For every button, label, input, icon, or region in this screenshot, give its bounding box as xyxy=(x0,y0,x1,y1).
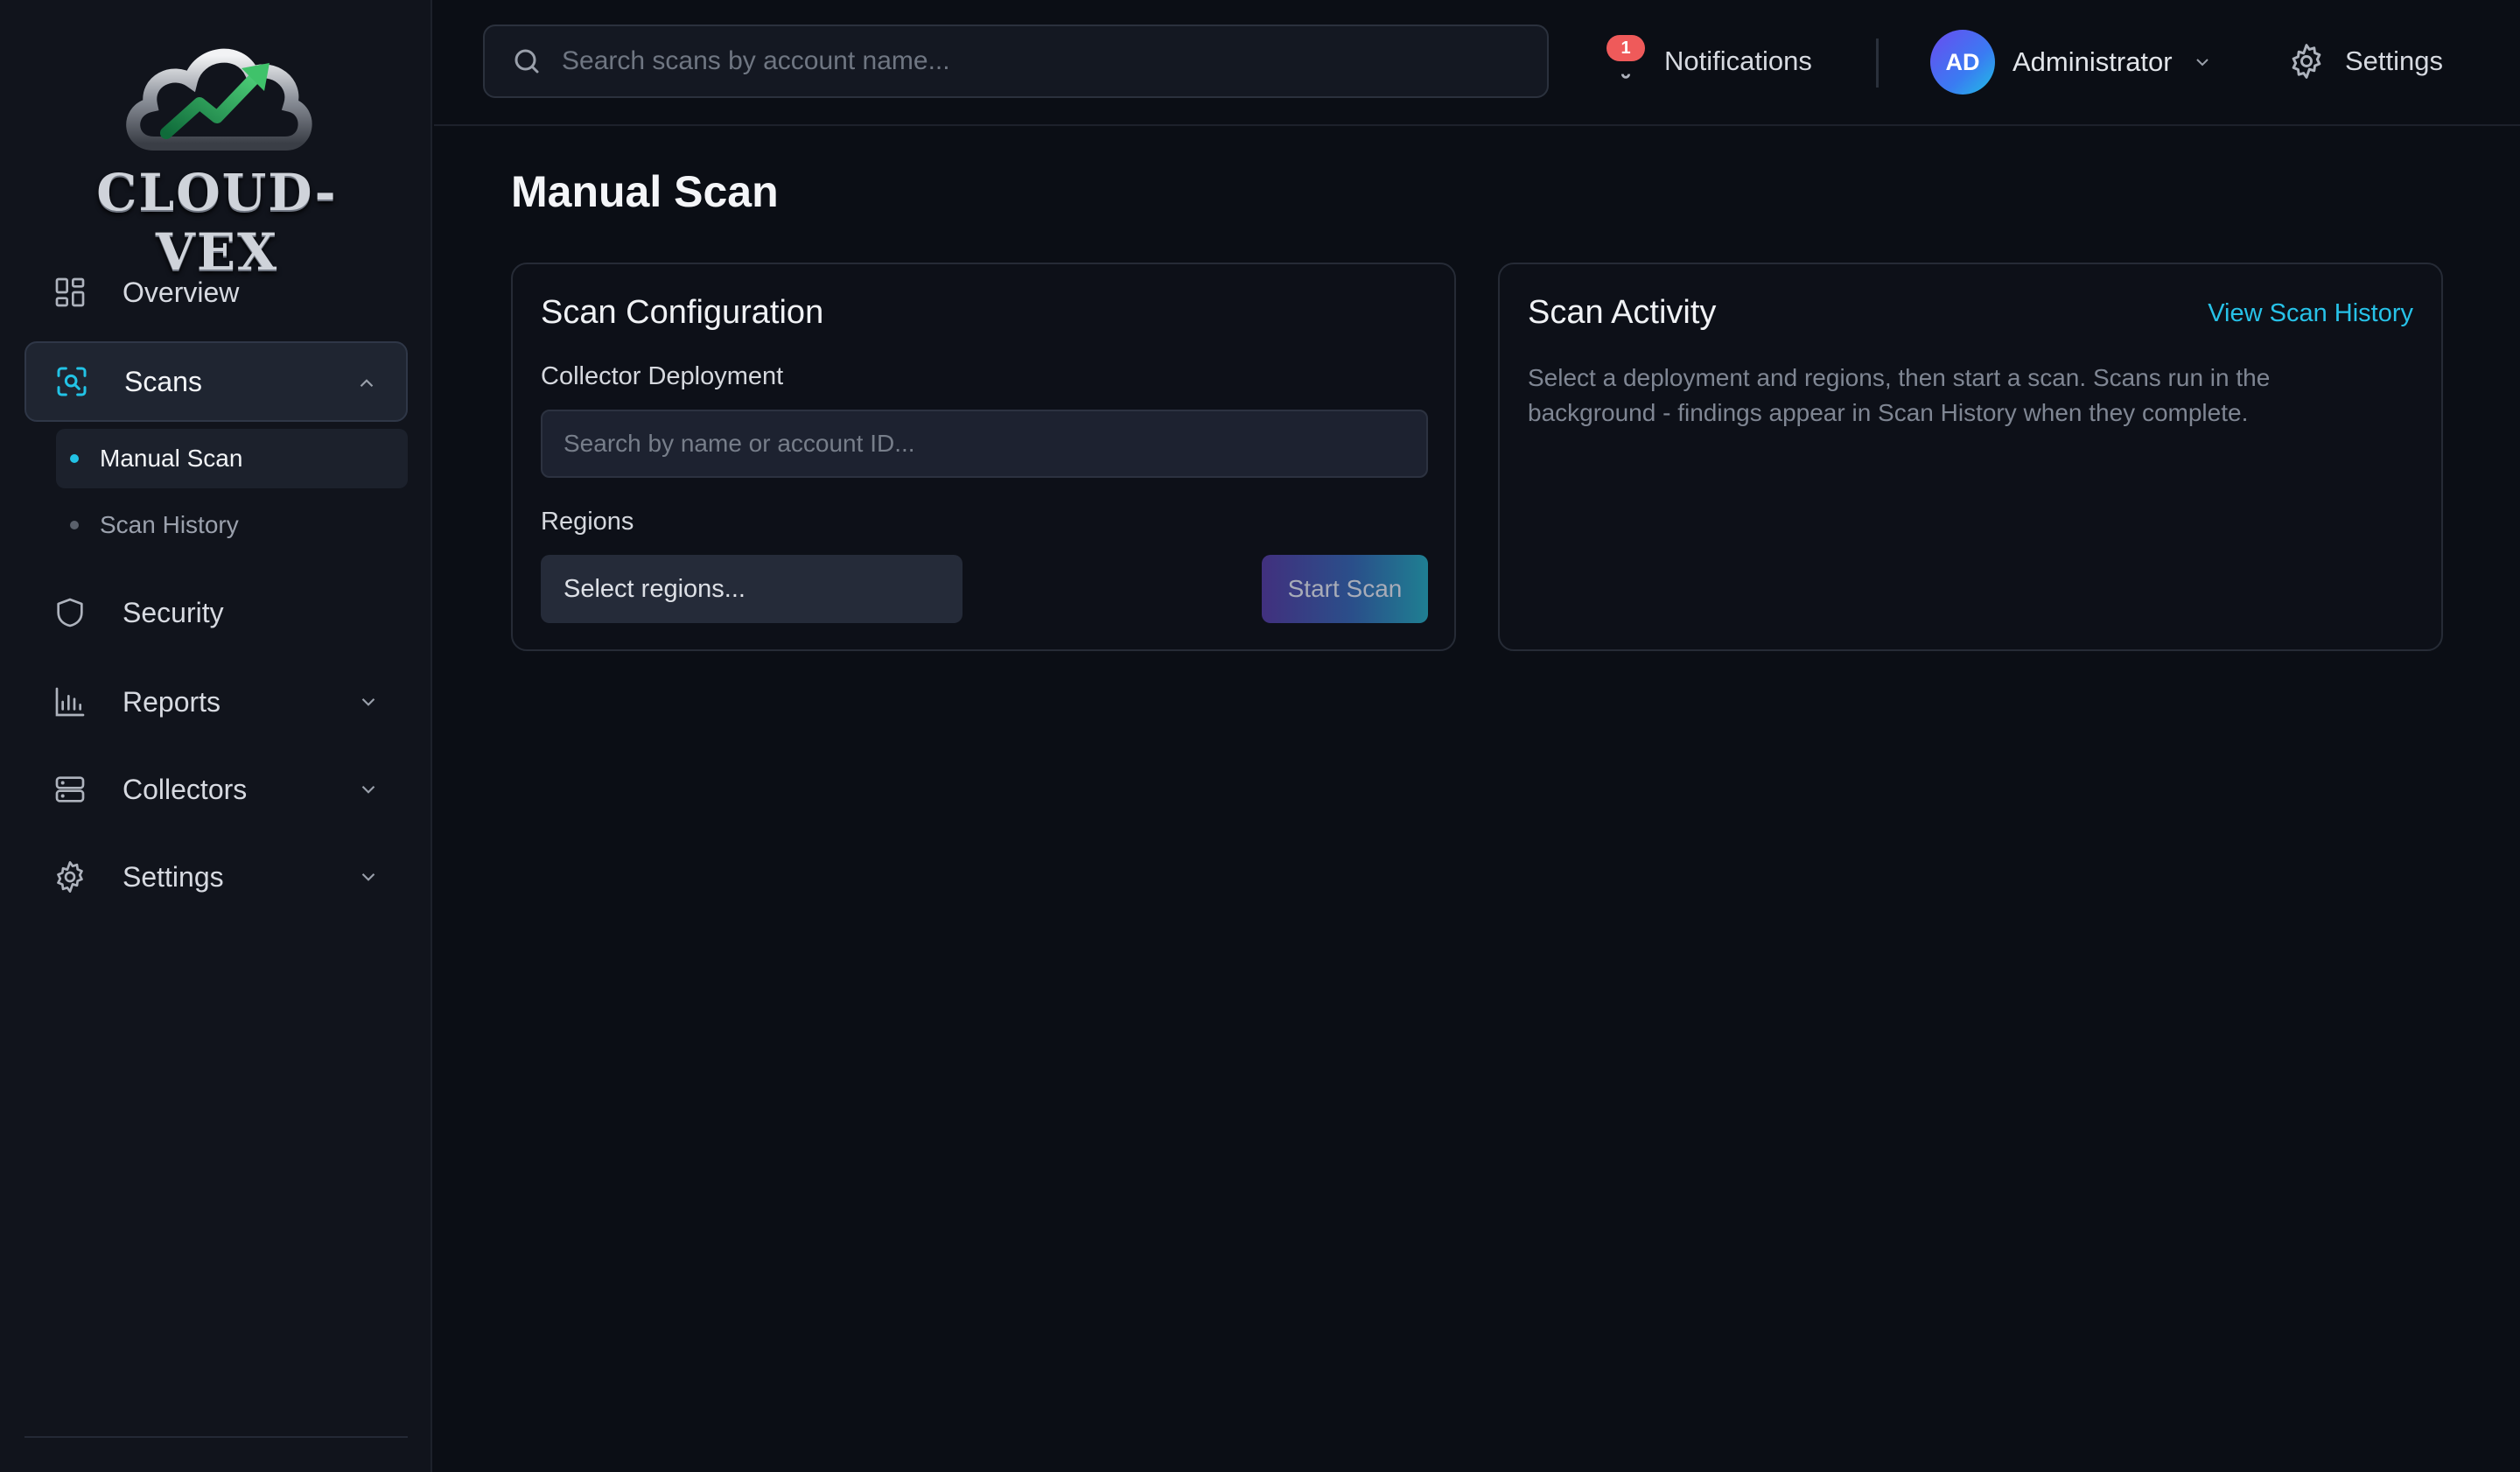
regions-select[interactable]: Select regions... xyxy=(541,555,962,623)
notifications-label: Notifications xyxy=(1664,46,1812,76)
activity-description: Select a deployment and regions, then st… xyxy=(1528,364,2271,426)
scan-icon xyxy=(52,362,91,401)
search-icon xyxy=(514,49,539,74)
dot-icon xyxy=(70,521,79,529)
sidebar-subitem-label: Manual Scan xyxy=(100,445,243,472)
avatar: AD xyxy=(1930,30,1995,95)
settings-button[interactable]: Settings xyxy=(2287,35,2443,88)
sidebar-item-security[interactable]: Security xyxy=(24,572,408,653)
sidebar: CLOUD-VEX Overview Scans Manual Scan Sca… xyxy=(0,0,432,1472)
start-scan-button[interactable]: Start Scan xyxy=(1262,555,1428,623)
chevron-down-icon[interactable] xyxy=(357,778,380,801)
page-title: Manual Scan xyxy=(511,167,779,216)
sidebar-item-label: Scans xyxy=(124,365,202,397)
regions-label: Regions xyxy=(541,508,634,536)
sidebar-divider xyxy=(24,1436,408,1438)
global-search[interactable] xyxy=(483,25,1549,98)
sidebar-item-label: Collectors xyxy=(122,773,248,805)
sidebar-item-reports[interactable]: Reports xyxy=(24,662,408,742)
cloud-logo-icon xyxy=(126,48,312,151)
card-title: Scan Configuration xyxy=(541,294,824,331)
search-input[interactable] xyxy=(562,46,1547,76)
notifications-button[interactable]: 1 Notifications xyxy=(1606,35,1812,88)
regions-select-placeholder: Select regions... xyxy=(564,574,746,603)
user-menu[interactable]: AD Administrator xyxy=(1930,30,2213,95)
gear-icon xyxy=(2292,44,2321,79)
sidebar-item-label: Overview xyxy=(122,276,240,308)
sidebar-item-overview[interactable]: Overview xyxy=(24,252,408,333)
sidebar-subitem-scan-history[interactable]: Scan History xyxy=(56,495,408,555)
sidebar-subitem-manual-scan[interactable]: Manual Scan xyxy=(56,429,408,488)
notification-count-badge: 1 xyxy=(1606,35,1645,61)
sidebar-item-settings[interactable]: Settings xyxy=(24,837,408,917)
active-dot-icon xyxy=(70,454,79,463)
chevron-up-icon[interactable] xyxy=(355,372,378,395)
sidebar-item-label: Security xyxy=(122,596,224,628)
shield-icon xyxy=(51,593,89,632)
card-title: Scan Activity xyxy=(1528,294,1717,331)
bar-chart-icon xyxy=(51,683,89,721)
chevron-down-icon[interactable] xyxy=(357,690,380,713)
sidebar-subitem-label: Scan History xyxy=(100,511,239,538)
chevron-down-icon xyxy=(2195,59,2208,67)
header-divider xyxy=(1876,39,1879,88)
app-root: CLOUD-VEX Overview Scans Manual Scan Sca… xyxy=(0,0,2520,1472)
collector-deployment-label: Collector Deployment xyxy=(541,362,784,390)
user-name: Administrator xyxy=(2012,46,2173,77)
gear-icon xyxy=(51,858,89,896)
sidebar-item-collectors[interactable]: Collectors xyxy=(24,749,408,830)
sidebar-item-scans[interactable]: Scans xyxy=(24,341,408,422)
grid-icon xyxy=(51,273,89,312)
scan-activity-card: Scan Activity View Scan History Select a… xyxy=(1498,263,2443,651)
sidebar-item-label: Settings xyxy=(122,860,224,893)
chevron-down-icon[interactable] xyxy=(357,866,380,888)
bell-icon: 1 xyxy=(1606,35,1645,81)
view-scan-history-link[interactable]: View Scan History xyxy=(2208,299,2413,328)
scan-configuration-card: Scan Configuration Collector Deployment … xyxy=(511,263,1456,651)
collector-deployment-input[interactable] xyxy=(541,410,1428,478)
server-icon xyxy=(51,770,89,809)
settings-label: Settings xyxy=(2345,46,2444,76)
sidebar-item-label: Reports xyxy=(122,685,221,718)
top-bar: 1 Notifications AD Administrator Setting… xyxy=(434,0,2520,126)
brand-logo[interactable]: CLOUD-VEX xyxy=(49,30,385,282)
